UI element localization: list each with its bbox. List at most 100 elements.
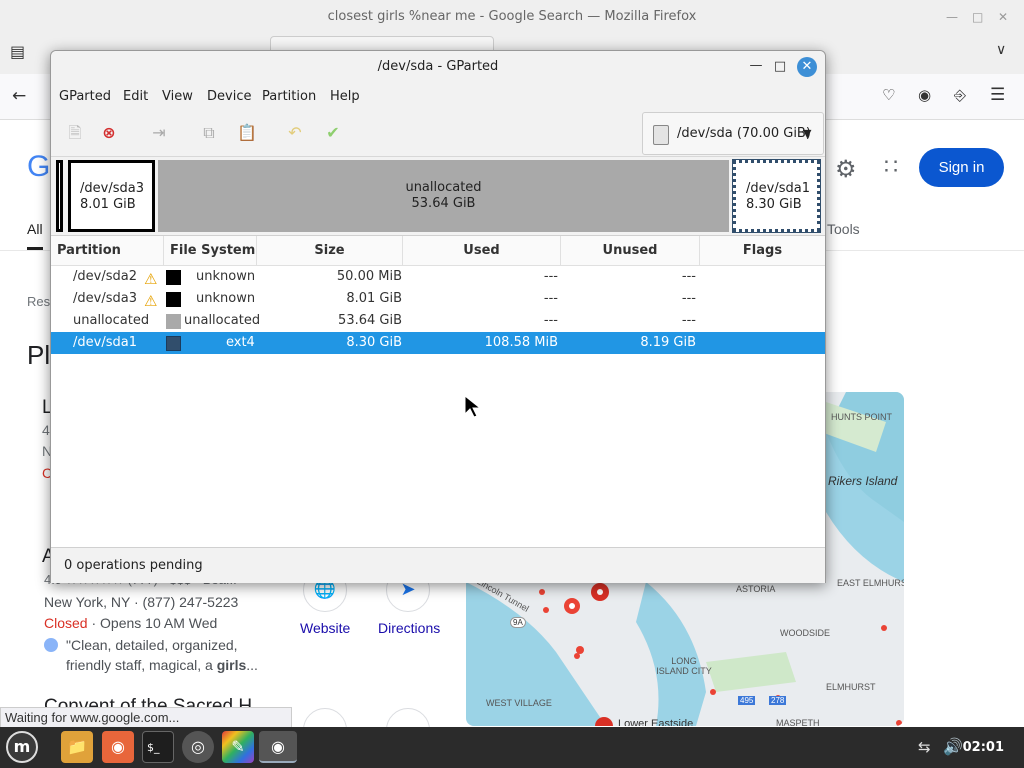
places-heading: Pl <box>27 340 51 370</box>
firefox-status-bar: Waiting for www.google.com... <box>0 707 292 729</box>
directions-link[interactable]: Directions <box>378 620 440 636</box>
visual-partition-sda1[interactable]: /dev/sda1 8.30 GiB <box>732 159 821 233</box>
list-all-tabs-icon[interactable]: ∨ <box>996 42 1006 58</box>
col-size[interactable]: Size <box>257 236 403 266</box>
disk-utility-icon[interactable]: ◎ <box>182 731 214 763</box>
map-label-rikers: Rikers Island <box>828 474 898 488</box>
close-icon[interactable]: ✕ <box>797 57 817 77</box>
settings-gear-icon[interactable]: ⚙ <box>835 155 857 184</box>
warning-icon: ⚠ <box>144 270 158 288</box>
col-flags[interactable]: Flags <box>700 236 825 266</box>
minimize-icon[interactable]: — <box>747 57 765 77</box>
menubar: GParted Edit View Device Partition Help <box>51 83 825 111</box>
disk-icon <box>653 125 669 145</box>
apps-grid-icon[interactable]: ∷ <box>884 154 898 180</box>
row-partition: unallocated <box>73 313 150 328</box>
gparted-titlebar[interactable]: /dev/sda - GParted <box>51 51 825 83</box>
visual-unallocated-size: 53.64 GiB <box>411 196 476 211</box>
tools-button[interactable]: Tools <box>827 221 860 237</box>
fs-color-swatch <box>166 270 181 285</box>
menu-partition[interactable]: Partition <box>262 83 316 111</box>
partition-table: Partition File System Size Used Unused F… <box>51 235 825 547</box>
maximize-icon[interactable]: □ <box>771 57 789 77</box>
menu-gparted[interactable]: GParted <box>59 83 111 111</box>
listing-2-hours: Closed · Opens 10 AM Wed <box>44 615 217 631</box>
visual-unallocated-name: unallocated <box>405 180 482 195</box>
firefox-minimize-icon[interactable]: — <box>946 0 958 34</box>
tab-all[interactable]: All <box>27 221 43 250</box>
partition-visual-map: /dev/sda3 8.01 GiB unallocated 53.64 GiB… <box>51 157 825 235</box>
table-row[interactable]: /dev/sda2 ⚠ unknown 50.00 MiB --- --- <box>51 266 825 288</box>
firefox-titlebar: closest girls %near me - Google Search —… <box>0 0 1024 34</box>
network-icon[interactable]: ⇆ <box>918 738 931 756</box>
map-label-lower-eastside: Lower Eastside <box>618 718 694 726</box>
firefox-close-icon[interactable]: ✕ <box>998 0 1008 34</box>
menu-icon[interactable]: ☰ <box>990 85 1005 105</box>
col-filesystem[interactable]: File System <box>164 236 257 266</box>
visual-unallocated[interactable]: unallocated 53.64 GiB <box>158 160 729 232</box>
visual-sda1-name: /dev/sda1 <box>746 181 810 196</box>
visual-partition-sda3[interactable]: /dev/sda3 8.01 GiB <box>68 160 155 232</box>
map-label-east-elmhurst: EAST ELMHURST <box>837 578 904 588</box>
paste-icon[interactable]: 📋 <box>235 121 259 145</box>
website-link[interactable]: Website <box>300 620 350 636</box>
fs-color-swatch <box>166 336 181 351</box>
new-partition-icon[interactable]: 🗎 <box>63 121 87 145</box>
firefox-launcher-icon[interactable]: ◉ <box>102 731 134 763</box>
firefox-maximize-icon[interactable]: □ <box>972 0 983 34</box>
menu-view[interactable]: View <box>162 83 193 111</box>
row-size: 8.30 GiB <box>346 335 402 350</box>
col-used[interactable]: Used <box>403 236 561 266</box>
delete-partition-icon[interactable]: ⊗ <box>97 121 121 145</box>
copy-icon[interactable]: ⧉ <box>197 121 221 145</box>
clock[interactable]: 02:01 <box>963 727 1004 768</box>
map-label-maspeth: MASPETH <box>776 718 820 726</box>
extensions-icon[interactable]: ⎆ <box>954 86 966 104</box>
table-row[interactable]: unallocated unallocated 53.64 GiB --- --… <box>51 310 825 332</box>
apply-icon[interactable]: ✔ <box>321 121 345 145</box>
volume-icon[interactable]: 🔊 <box>943 737 963 756</box>
map-label-woodside: WOODSIDE <box>780 628 831 638</box>
tab-overview-icon[interactable]: ▤ <box>10 42 25 61</box>
google-logo[interactable]: G <box>27 150 50 184</box>
mint-menu-icon[interactable]: m <box>6 731 38 763</box>
sign-in-button[interactable]: Sign in <box>919 148 1004 187</box>
resize-move-icon[interactable]: ⇥ <box>147 121 171 145</box>
gparted-taskbar-icon[interactable]: ◉ <box>259 731 297 763</box>
map-label-hunts-point: HUNTS POINT <box>831 412 893 422</box>
visual-sda3-size: 8.01 GiB <box>80 197 136 212</box>
row-fs: ext4 <box>226 335 255 350</box>
map-label-elmhurst: ELMHURST <box>826 682 876 692</box>
menu-edit[interactable]: Edit <box>123 83 148 111</box>
table-row[interactable]: /dev/sda3 ⚠ unknown 8.01 GiB --- --- <box>51 288 825 310</box>
row-used: --- <box>543 291 558 306</box>
dropdown-caret-icon: ▼ <box>803 127 812 140</box>
map-label-west-village: WEST VILLAGE <box>486 698 552 708</box>
firefox-window-title: closest girls %near me - Google Search —… <box>327 9 697 24</box>
pocket-icon[interactable]: ♡ <box>882 86 895 104</box>
undo-icon[interactable]: ↶ <box>283 121 307 145</box>
col-partition[interactable]: Partition <box>51 236 164 266</box>
drawing-app-icon[interactable]: ✎ <box>222 731 254 763</box>
gparted-window: /dev/sda - GParted — □ ✕ GParted Edit Vi… <box>50 50 826 583</box>
operations-status: 0 operations pending <box>51 547 825 583</box>
row-size: 53.64 GiB <box>338 313 402 328</box>
back-icon[interactable]: ← <box>12 86 26 106</box>
row-partition: /dev/sda3 <box>73 291 137 306</box>
account-icon[interactable]: ◉ <box>918 86 931 104</box>
visual-sda1-size: 8.30 GiB <box>746 197 802 212</box>
visual-sda3-name: /dev/sda3 <box>80 181 144 196</box>
row-size: 50.00 MiB <box>336 269 402 284</box>
files-folder-icon[interactable]: 📁 <box>61 731 93 763</box>
row-size: 8.01 GiB <box>346 291 402 306</box>
warning-icon: ⚠ <box>144 292 158 310</box>
results-label: Res <box>27 294 51 309</box>
gparted-window-title: /dev/sda - GParted <box>377 59 499 74</box>
col-unused[interactable]: Unused <box>561 236 700 266</box>
menu-help[interactable]: Help <box>330 83 360 111</box>
table-row-selected[interactable]: /dev/sda1 ext4 8.30 GiB 108.58 MiB 8.19 … <box>51 332 825 354</box>
terminal-icon[interactable]: $_ <box>142 731 174 763</box>
visual-partition-sda2[interactable] <box>56 160 63 232</box>
menu-device[interactable]: Device <box>207 83 251 111</box>
device-selector[interactable]: /dev/sda (70.00 GiB) ▼ <box>642 112 824 155</box>
